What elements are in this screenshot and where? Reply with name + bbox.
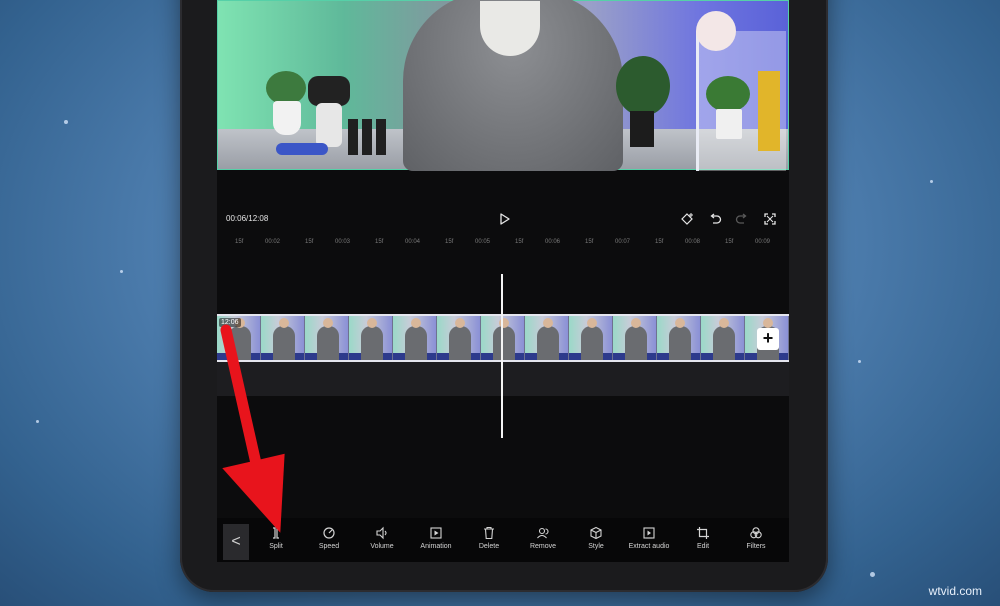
volume-icon: [354, 526, 410, 540]
preview-plant: [266, 71, 306, 105]
edit-toolbar: < Split Speed Volume Animation Delete Re…: [217, 518, 789, 562]
crop-icon: [675, 526, 731, 540]
background-sparkle: [858, 360, 861, 363]
red-annotation-arrow: [220, 324, 285, 533]
video-editor-screen: 00:06/12:08 15f 00:02 15f 00:03 15f 00:0…: [217, 0, 789, 562]
background-sparkle: [930, 180, 933, 183]
delete-icon: [461, 526, 517, 540]
fullscreen-icon[interactable]: [763, 212, 777, 226]
play-icon[interactable]: [497, 212, 511, 226]
style-button[interactable]: Style: [568, 526, 624, 550]
filters-icon: [728, 526, 784, 540]
clip-thumbnail: [481, 316, 525, 360]
preview-stand: [316, 103, 342, 147]
video-preview[interactable]: [217, 0, 789, 171]
delete-label: Delete: [478, 543, 500, 550]
undo-icon[interactable]: [708, 212, 722, 226]
keyframe-add-icon[interactable]: [680, 212, 694, 226]
ruler-tick: 15f: [655, 239, 664, 245]
background-sparkle: [36, 420, 39, 423]
clip-thumbnail: [393, 316, 437, 360]
ruler-tick: 15f: [445, 239, 454, 245]
ruler-tick: 00:04: [405, 239, 421, 245]
animation-icon: [408, 526, 464, 540]
preview-plant: [616, 56, 670, 116]
ruler-tick: 00:03: [335, 239, 351, 245]
speed-icon: [301, 526, 357, 540]
clip-thumbnail: [349, 316, 393, 360]
add-clip-button[interactable]: +: [757, 328, 779, 350]
clip-thumbnail: [305, 316, 349, 360]
ruler-tick: 15f: [585, 239, 594, 245]
extract-audio-button[interactable]: Extract audio: [621, 526, 677, 550]
preview-plant: [706, 76, 750, 112]
redo-icon[interactable]: [735, 212, 749, 226]
volume-button[interactable]: Volume: [354, 526, 410, 550]
ruler-tick: 00:07: [615, 239, 631, 245]
volume-label: Volume: [370, 543, 394, 550]
delete-button[interactable]: Delete: [461, 526, 517, 550]
speed-button[interactable]: Speed: [301, 526, 357, 550]
clip-thumbnail: [701, 316, 745, 360]
extract-audio-icon: [621, 526, 677, 540]
remove-button[interactable]: Remove: [515, 526, 571, 550]
audio-track-area[interactable]: [217, 362, 789, 396]
timeline-ruler[interactable]: 15f 00:02 15f 00:03 15f 00:04 15f 00:05 …: [217, 236, 789, 250]
preview-bottles: [348, 119, 386, 155]
preview-vr-headset: [308, 76, 350, 106]
remove-label: Remove: [529, 543, 557, 550]
filters-label: Filters: [746, 543, 766, 550]
ruler-tick: 15f: [375, 239, 384, 245]
style-label: Style: [588, 543, 604, 550]
preview-pot: [716, 109, 742, 139]
extract-audio-label: Extract audio: [628, 543, 670, 550]
animation-label: Animation: [420, 543, 452, 550]
ruler-tick: 15f: [725, 239, 734, 245]
background-sparkle: [120, 270, 123, 273]
edit-button[interactable]: Edit: [675, 526, 731, 550]
playhead[interactable]: [501, 274, 503, 438]
ruler-tick: 15f: [235, 239, 244, 245]
ruler-tick: 00:06: [545, 239, 561, 245]
animation-button[interactable]: Animation: [408, 526, 464, 550]
ruler-tick: 00:08: [685, 239, 701, 245]
preview-pot: [273, 101, 301, 135]
ruler-tick: 00:05: [475, 239, 491, 245]
preview-dumbbell: [276, 143, 328, 155]
clip-thumbnail: [613, 316, 657, 360]
ruler-tick: 15f: [515, 239, 524, 245]
clip-thumbnail: [569, 316, 613, 360]
style-icon: [568, 526, 624, 540]
video-clip-track[interactable]: [217, 314, 789, 362]
playback-timecode: 00:06/12:08: [226, 214, 269, 223]
speed-label: Speed: [318, 543, 340, 550]
preview-sign: [696, 11, 736, 51]
remove-icon: [515, 526, 571, 540]
clip-thumbnail: [657, 316, 701, 360]
background-sparkle: [64, 120, 68, 124]
ruler-tick: 00:09: [755, 239, 771, 245]
edit-label: Edit: [696, 543, 710, 550]
split-label: Split: [269, 543, 283, 550]
filters-button[interactable]: Filters: [728, 526, 784, 550]
watermark-text: wtvid.com: [928, 584, 982, 598]
preview-card: [758, 71, 780, 151]
preview-pot: [630, 111, 654, 147]
ruler-tick: 00:02: [265, 239, 281, 245]
background-sparkle: [870, 572, 875, 577]
clip-thumbnail: [437, 316, 481, 360]
ruler-tick: 15f: [305, 239, 314, 245]
clip-thumbnail: [525, 316, 569, 360]
